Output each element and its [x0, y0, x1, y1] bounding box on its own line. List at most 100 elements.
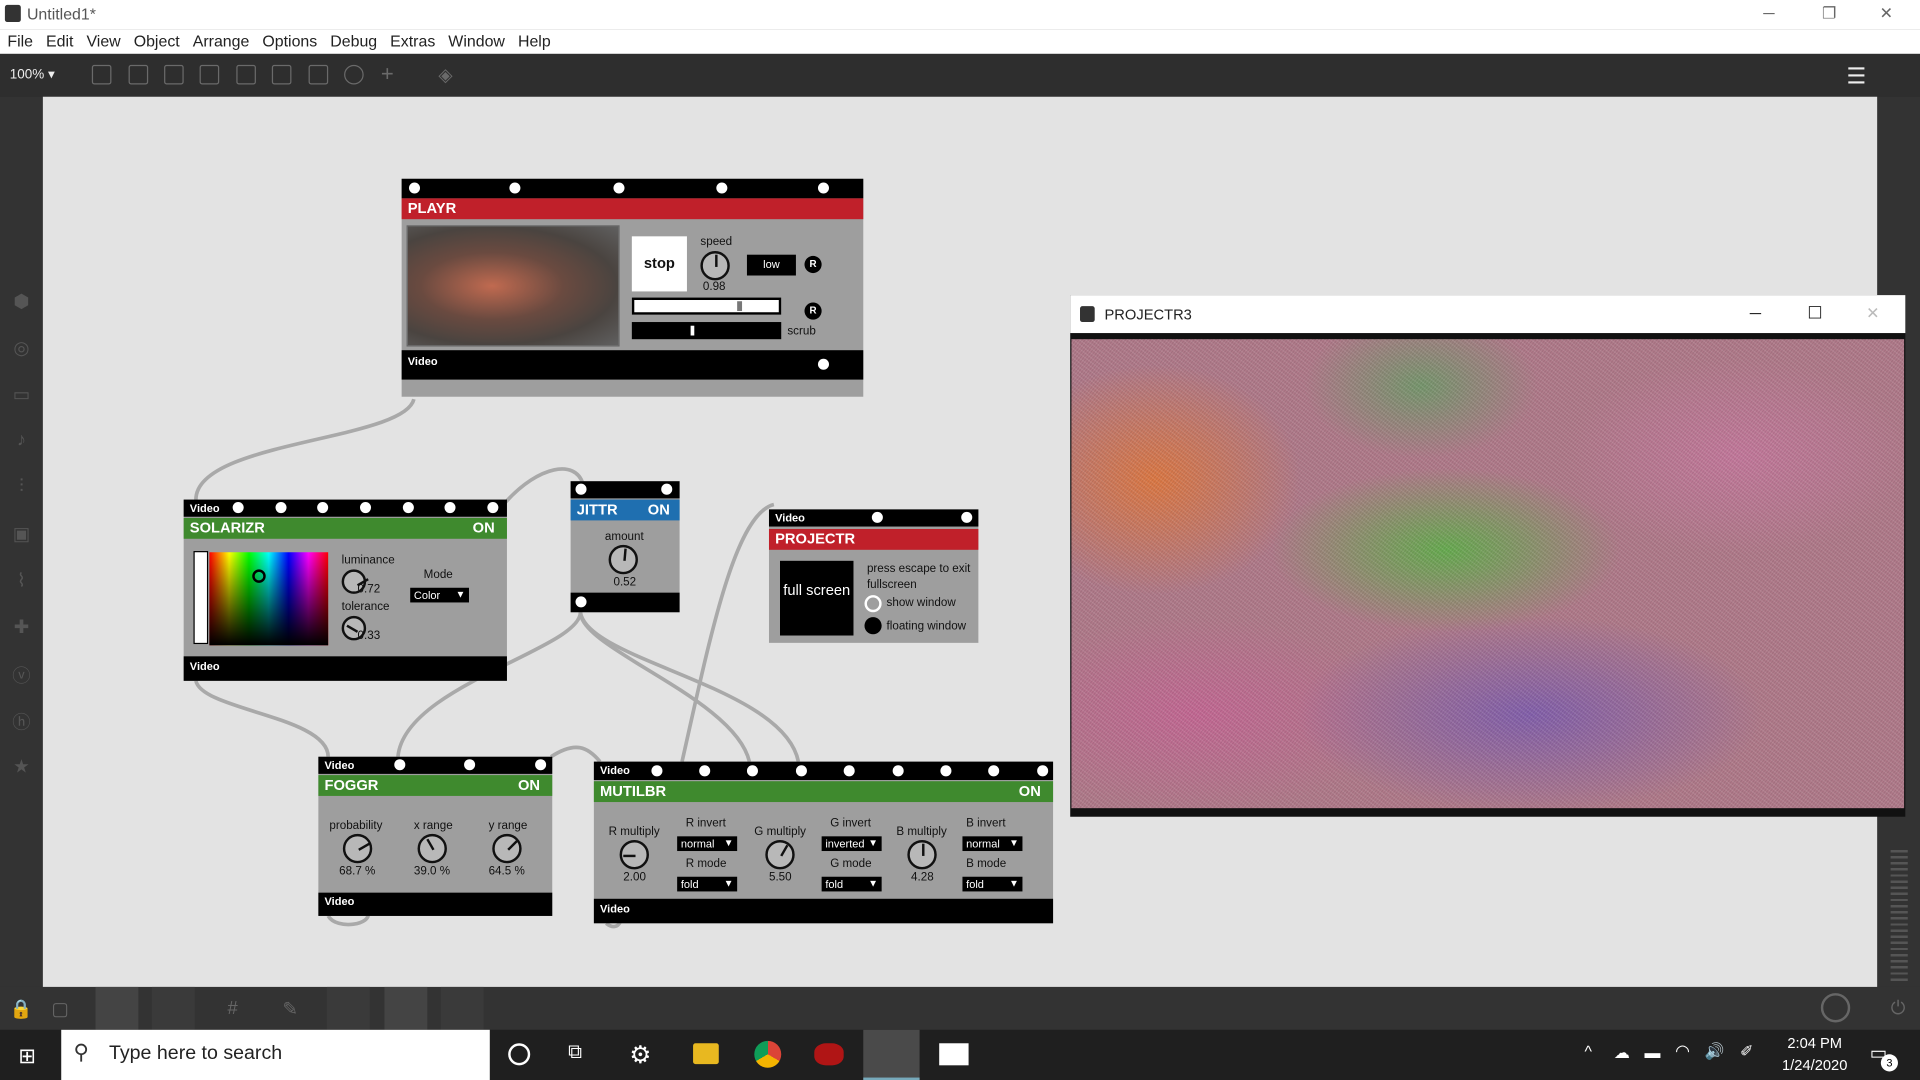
- audio-toggle-icon[interactable]: [1820, 993, 1851, 1023]
- b-mode-select[interactable]: fold: [962, 876, 1023, 892]
- projector-window[interactable]: PROJECTR3 ─ ☐ ✕: [1070, 295, 1906, 817]
- mutilbr-module[interactable]: Video MUTILBR ON R multiply 2.00 R inver…: [593, 761, 1054, 924]
- windows-start-icon[interactable]: ⊞: [18, 1044, 35, 1068]
- x-range-knob[interactable]: [417, 833, 447, 864]
- inlet[interactable]: [394, 759, 406, 771]
- g-multiply-knob[interactable]: [765, 840, 795, 870]
- scrub-slider[interactable]: [631, 322, 782, 340]
- inlet[interactable]: [275, 502, 287, 514]
- solarizr-state[interactable]: ON: [473, 518, 495, 539]
- inlet[interactable]: [716, 182, 728, 194]
- clock-date[interactable]: 1/24/2020: [1776, 1057, 1854, 1074]
- wifi-icon[interactable]: ◠: [1675, 1041, 1690, 1062]
- layers-icon[interactable]: [151, 986, 195, 1030]
- solarizr-module[interactable]: Video SOLARIZR ON luminance 0.72 toleran…: [183, 499, 507, 681]
- mode-select[interactable]: Color: [410, 587, 469, 603]
- projector-minimize-button[interactable]: ─: [1750, 304, 1761, 322]
- r-mode-select[interactable]: fold: [677, 876, 738, 892]
- reset-speed-button[interactable]: R: [804, 255, 822, 274]
- cloud-icon[interactable]: ☁: [1614, 1043, 1630, 1063]
- steam-icon[interactable]: ⚙: [629, 1040, 651, 1071]
- show-window-toggle[interactable]: [864, 595, 882, 613]
- inlet[interactable]: [817, 182, 829, 194]
- jittr-module[interactable]: JITTR ON amount 0.52: [570, 481, 680, 613]
- keyboard-icon[interactable]: [440, 986, 484, 1030]
- inlet[interactable]: [961, 511, 973, 523]
- foggr-state[interactable]: ON: [518, 775, 540, 796]
- speed-knob[interactable]: [700, 251, 730, 281]
- inlet[interactable]: [651, 765, 663, 777]
- position-slider[interactable]: [631, 297, 782, 315]
- b-invert-select[interactable]: normal: [962, 836, 1023, 852]
- inlet[interactable]: [317, 502, 329, 514]
- inlet[interactable]: [575, 483, 587, 495]
- presentation-icon[interactable]: ▢: [49, 998, 71, 1020]
- file-explorer-icon[interactable]: [693, 1043, 719, 1065]
- mail-icon[interactable]: [939, 1043, 969, 1066]
- playr-module[interactable]: PLAYR stop speed 0.98 low R R scrub Vide…: [401, 178, 864, 397]
- inlet[interactable]: [746, 765, 758, 777]
- r-invert-select[interactable]: normal: [677, 836, 738, 852]
- taskbar-search[interactable]: ⚲ Type here to search: [61, 1029, 490, 1080]
- outlet[interactable]: [575, 596, 587, 608]
- y-range-knob[interactable]: [492, 833, 522, 864]
- quality-toggle[interactable]: low: [746, 254, 796, 276]
- chrome-icon[interactable]: [754, 1040, 782, 1068]
- r-multiply-knob[interactable]: [619, 840, 649, 870]
- g-mode-select[interactable]: fold: [821, 876, 882, 892]
- inlet[interactable]: [988, 765, 1000, 777]
- tray-chevron-icon[interactable]: ^: [1585, 1042, 1592, 1060]
- magic-icon[interactable]: ✎: [279, 998, 301, 1020]
- foggr-module[interactable]: Video FOGGR ON probability 68.7 % x rang…: [318, 756, 553, 916]
- inlet[interactable]: [613, 182, 625, 194]
- inlet[interactable]: [232, 502, 244, 514]
- battery-icon[interactable]: ▬: [1645, 1043, 1661, 1061]
- task-view-icon[interactable]: ⧉: [568, 1042, 582, 1064]
- inlet[interactable]: [408, 182, 421, 194]
- inlet[interactable]: [661, 483, 673, 495]
- inlet[interactable]: [843, 765, 855, 777]
- grid-icon[interactable]: #: [222, 998, 244, 1020]
- columns-icon[interactable]: [384, 986, 428, 1030]
- inlet[interactable]: [360, 502, 372, 514]
- inlet[interactable]: [1037, 765, 1049, 777]
- mutilbr-state[interactable]: ON: [1019, 781, 1041, 802]
- floating-window-toggle[interactable]: [864, 617, 882, 635]
- projector-maximize-button[interactable]: ☐: [1807, 302, 1822, 323]
- brightness-slider[interactable]: [193, 551, 209, 645]
- inlet[interactable]: [464, 759, 476, 771]
- probability-knob[interactable]: [342, 833, 373, 864]
- cortana-icon[interactable]: [508, 1043, 531, 1066]
- projector-close-button[interactable]: ✕: [1866, 304, 1879, 324]
- inlet[interactable]: [871, 511, 883, 523]
- power-icon[interactable]: ⏻: [1887, 998, 1909, 1020]
- clock-time[interactable]: 2:04 PM: [1780, 1035, 1849, 1052]
- inlet[interactable]: [940, 765, 952, 777]
- fullscreen-button[interactable]: full screen: [780, 560, 854, 636]
- pen-icon[interactable]: ✐: [1740, 1042, 1753, 1062]
- g-invert-select[interactable]: inverted: [821, 836, 882, 852]
- color-picker-handle[interactable]: [252, 569, 266, 583]
- position-slider-handle[interactable]: [737, 301, 743, 312]
- outlet[interactable]: [817, 358, 829, 370]
- lock-icon[interactable]: 🔒: [10, 998, 33, 1020]
- reset-position-button[interactable]: R: [804, 302, 822, 320]
- inlet[interactable]: [402, 502, 414, 514]
- inlet[interactable]: [699, 765, 711, 777]
- volume-icon[interactable]: 🔊: [1705, 1042, 1725, 1062]
- inlet[interactable]: [795, 765, 807, 777]
- inlet[interactable]: [444, 502, 456, 514]
- amount-knob[interactable]: [608, 544, 638, 575]
- stop-button[interactable]: stop: [631, 236, 687, 292]
- media-app-icon[interactable]: [814, 1043, 844, 1066]
- jittr-state[interactable]: ON: [648, 500, 670, 521]
- b-multiply-knob[interactable]: [907, 840, 937, 870]
- max-taskbar-icon[interactable]: [863, 1029, 920, 1080]
- inlet[interactable]: [892, 765, 904, 777]
- scrub-handle[interactable]: [690, 325, 695, 336]
- projectr-module[interactable]: Video PROJECTR full screen press escape …: [768, 509, 979, 643]
- wrench-icon[interactable]: [326, 986, 370, 1030]
- color-picker[interactable]: [209, 552, 329, 646]
- inlet[interactable]: [509, 182, 521, 194]
- inlet[interactable]: [535, 759, 547, 771]
